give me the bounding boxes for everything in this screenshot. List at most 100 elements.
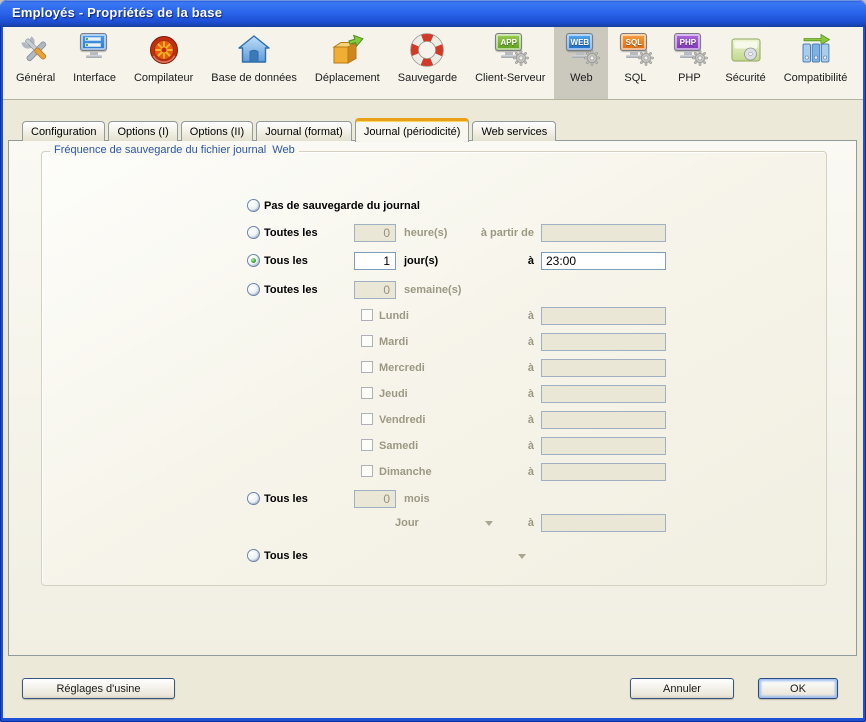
option-row-month-day: Jour à bbox=[42, 513, 826, 533]
tab-journal-format[interactable]: Journal (format) bbox=[256, 121, 352, 141]
monthly-time-input[interactable] bbox=[541, 514, 666, 532]
web-monitor-gear-icon: WEB bbox=[563, 32, 599, 68]
toolbar-item-general[interactable]: Général bbox=[7, 27, 64, 99]
monitor-list-icon bbox=[77, 32, 113, 68]
toolbar-item-base-de-donnees[interactable]: Base de données bbox=[202, 27, 306, 99]
tab-options-2[interactable]: Options (II) bbox=[181, 121, 253, 141]
sunday-label: Dimanche bbox=[379, 462, 432, 482]
toolbar-item-compilateur[interactable]: Compilateur bbox=[125, 27, 202, 99]
daily-at-label: à bbox=[434, 251, 534, 271]
toolbar-item-interface[interactable]: Interface bbox=[64, 27, 125, 99]
toolbar-item-client-serveur[interactable]: APP Client-Serveur bbox=[466, 27, 554, 99]
monday-label: Lundi bbox=[379, 306, 409, 326]
saturday-time-input[interactable] bbox=[541, 437, 666, 455]
ok-button[interactable]: OK bbox=[758, 678, 838, 699]
thursday-time-input[interactable] bbox=[541, 385, 666, 403]
monday-at-label: à bbox=[434, 306, 534, 326]
months-count-input[interactable] bbox=[354, 490, 396, 508]
radio-monthly-label: Tous les bbox=[264, 489, 308, 509]
tab-journal-periodicite[interactable]: Journal (périodicité) bbox=[355, 118, 470, 142]
radio-daily-label: Tous les bbox=[264, 251, 308, 271]
month-day-dropdown-value: Jour bbox=[395, 517, 419, 529]
radio-monthly[interactable] bbox=[247, 492, 260, 505]
toolbar-item-sauvegarde[interactable]: Sauvegarde bbox=[389, 27, 466, 99]
toolbar-item-php[interactable]: PHP PHP bbox=[662, 27, 716, 99]
box-arrow-icon bbox=[329, 32, 365, 68]
toolbar-item-label: Web bbox=[570, 72, 592, 84]
checkbox-friday[interactable] bbox=[361, 413, 373, 425]
thursday-at-label: à bbox=[434, 384, 534, 404]
toolbar-item-sql[interactable]: SQL SQL bbox=[608, 27, 662, 99]
tab-panel: Fréquence de sauvegarde du fichier journ… bbox=[8, 140, 857, 656]
tab-label: Configuration bbox=[31, 126, 96, 138]
checkbox-monday[interactable] bbox=[361, 309, 373, 321]
weekday-row-monday: Lundi à bbox=[42, 306, 826, 326]
toolbar-item-label: Général bbox=[16, 72, 55, 84]
option-row-custom: Tous les bbox=[42, 546, 826, 566]
friday-time-input[interactable] bbox=[541, 411, 666, 429]
option-row-daily: Tous les jour(s) à bbox=[42, 251, 826, 271]
toolbar-item-label: Sauvegarde bbox=[398, 72, 457, 84]
weekday-row-friday: Vendredi à bbox=[42, 410, 826, 430]
daily-time-input[interactable] bbox=[541, 252, 666, 270]
hours-start-time-input[interactable] bbox=[541, 224, 666, 242]
app-server-monitor-gear-icon: APP bbox=[492, 32, 528, 68]
tab-strip: Configuration Options (I) Options (II) J… bbox=[22, 117, 556, 141]
tab-options-1[interactable]: Options (I) bbox=[108, 121, 177, 141]
lifebuoy-icon bbox=[409, 32, 445, 68]
toolbar-item-securite[interactable]: Sécurité bbox=[716, 27, 774, 99]
checkbox-sunday[interactable] bbox=[361, 465, 373, 477]
backup-frequency-groupbox: Fréquence de sauvegarde du fichier journ… bbox=[41, 151, 827, 586]
radio-custom-period[interactable] bbox=[247, 549, 260, 562]
radio-no-backup-label: Pas de sauvegarde du journal bbox=[264, 196, 420, 216]
saturday-at-label: à bbox=[434, 436, 534, 456]
dial-icon bbox=[146, 32, 182, 68]
checkbox-tuesday[interactable] bbox=[361, 335, 373, 347]
radio-no-backup[interactable] bbox=[247, 199, 260, 212]
toolbar-item-label: Interface bbox=[73, 72, 116, 84]
tab-web-services[interactable]: Web services bbox=[472, 121, 556, 141]
toolbar-item-label: Compilateur bbox=[134, 72, 193, 84]
checkbox-thursday[interactable] bbox=[361, 387, 373, 399]
weeks-unit-label: semaine(s) bbox=[404, 280, 461, 300]
friday-label: Vendredi bbox=[379, 410, 425, 430]
toolbar-item-web[interactable]: WEB Web bbox=[554, 27, 608, 99]
weekday-row-thursday: Jeudi à bbox=[42, 384, 826, 404]
sunday-at-label: à bbox=[434, 462, 534, 482]
days-count-input[interactable] bbox=[354, 252, 396, 270]
weekday-row-wednesday: Mercredi à bbox=[42, 358, 826, 378]
cancel-button[interactable]: Annuler bbox=[630, 678, 734, 699]
monthly-at-label: à bbox=[434, 513, 534, 533]
tab-label: Options (II) bbox=[190, 126, 244, 138]
dialog-window: Employés - Propriétés de la base Général bbox=[0, 0, 866, 722]
toolbar-item-deplacement[interactable]: Déplacement bbox=[306, 27, 389, 99]
custom-period-dropdown[interactable] bbox=[506, 546, 526, 566]
tab-configuration[interactable]: Configuration bbox=[22, 121, 105, 141]
checkbox-saturday[interactable] bbox=[361, 439, 373, 451]
checkbox-wednesday[interactable] bbox=[361, 361, 373, 373]
toolbar-item-label: Client-Serveur bbox=[475, 72, 545, 84]
sunday-time-input[interactable] bbox=[541, 463, 666, 481]
toolbar-item-label: Déplacement bbox=[315, 72, 380, 84]
wednesday-time-input[interactable] bbox=[541, 359, 666, 377]
hours-count-input[interactable] bbox=[354, 224, 396, 242]
toolbar-item-label: Sécurité bbox=[725, 72, 765, 84]
radio-daily[interactable] bbox=[247, 254, 260, 267]
factory-settings-button[interactable]: Réglages d'usine bbox=[22, 678, 175, 699]
toolbar-item-label: Compatibilité bbox=[784, 72, 848, 84]
option-row-no-backup: Pas de sauvegarde du journal bbox=[42, 196, 826, 216]
radio-weekly[interactable] bbox=[247, 283, 260, 296]
radio-hourly[interactable] bbox=[247, 226, 260, 239]
groupbox-title: Fréquence de sauvegarde du fichier journ… bbox=[50, 144, 299, 156]
tab-label: Web services bbox=[481, 126, 547, 138]
radio-hourly-label: Toutes les bbox=[264, 223, 318, 243]
tab-label: Journal (format) bbox=[265, 126, 343, 138]
weeks-count-input[interactable] bbox=[354, 281, 396, 299]
thursday-label: Jeudi bbox=[379, 384, 408, 404]
title-bar[interactable]: Employés - Propriétés de la base bbox=[0, 0, 866, 27]
tuesday-time-input[interactable] bbox=[541, 333, 666, 351]
toolbar-item-label: Base de données bbox=[211, 72, 297, 84]
toolbar-item-compatibilite[interactable]: Compatibilité bbox=[775, 27, 857, 99]
monday-time-input[interactable] bbox=[541, 307, 666, 325]
card-disc-icon bbox=[728, 32, 764, 68]
